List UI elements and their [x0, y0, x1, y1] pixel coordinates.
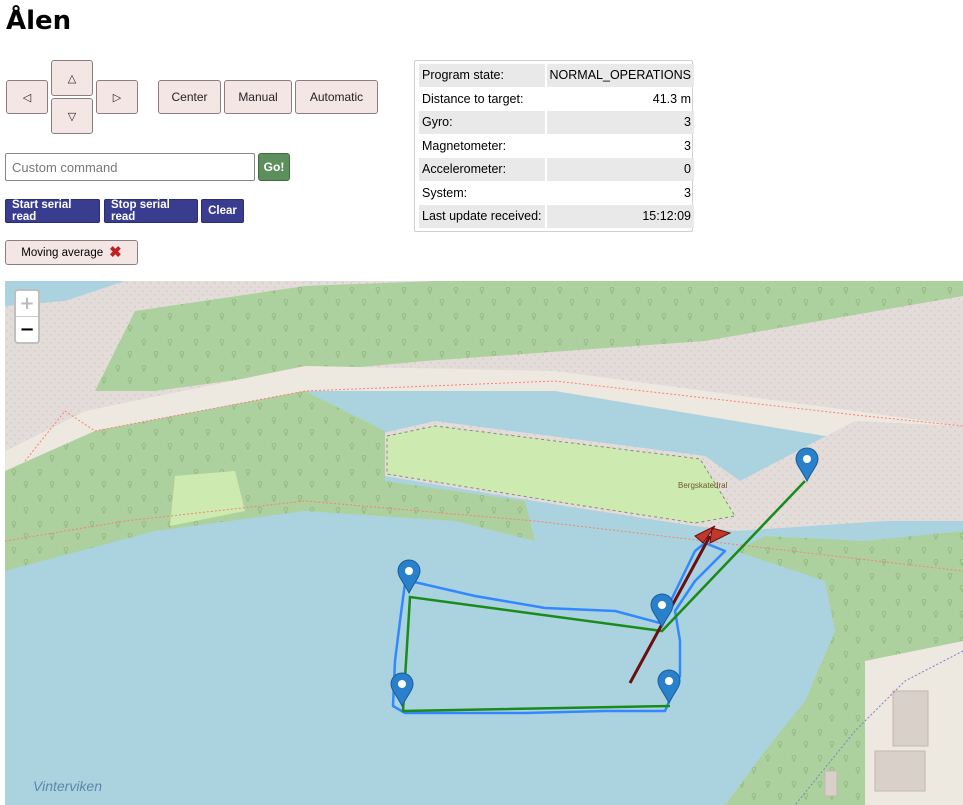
status-value: 3	[546, 111, 694, 134]
status-value: 0	[546, 158, 694, 181]
left-arrow-button[interactable]: ◁	[6, 80, 48, 114]
go-button[interactable]: Go!	[258, 153, 290, 181]
automatic-button[interactable]: Automatic	[295, 80, 378, 114]
map-view[interactable]: ♀ ♀	[5, 281, 963, 805]
status-label: Last update received:	[419, 205, 545, 228]
status-row: Magnetometer: 3	[419, 135, 694, 158]
status-label: Distance to target:	[422, 91, 524, 106]
zoom-out-button[interactable]: −	[16, 317, 38, 342]
status-label: Accelerometer:	[419, 158, 545, 181]
status-panel: Program state: NORMAL_OPERATIONS Distance…	[414, 60, 696, 232]
status-row: Program state: NORMAL_OPERATIONS	[419, 64, 694, 87]
clear-button[interactable]: Clear	[201, 199, 244, 223]
status-row: Distance to target: 41.3 m	[419, 88, 694, 111]
custom-command-input[interactable]	[5, 153, 255, 181]
start-serial-read-button[interactable]: Start serial read	[5, 199, 100, 223]
page-title: Ålen	[6, 6, 72, 36]
map-canvas[interactable]: ♀ ♀	[5, 281, 963, 805]
down-arrow-button[interactable]: ▽	[51, 98, 93, 134]
right-arrow-button[interactable]: ▷	[96, 80, 138, 114]
status-row: Last update received: 15:12:09	[419, 205, 694, 228]
zoom-in-button[interactable]: +	[16, 291, 38, 317]
stop-serial-read-button[interactable]: Stop serial read	[104, 199, 198, 223]
close-icon[interactable]: ✖	[109, 245, 122, 260]
status-value: NORMAL_OPERATIONS	[546, 64, 694, 87]
up-arrow-button[interactable]: △	[51, 60, 93, 96]
place-label: Vinterviken	[33, 778, 103, 794]
status-label: System:	[422, 185, 468, 200]
status-label: Magnetometer:	[422, 138, 507, 153]
status-value: 3	[684, 138, 691, 153]
poi-label: Bergskatedral	[678, 481, 728, 490]
moving-average-label: Moving average	[21, 246, 104, 259]
zoom-control: + −	[14, 289, 40, 344]
status-value: 41.3 m	[652, 91, 691, 106]
status-label: Gyro:	[419, 111, 545, 134]
manual-button[interactable]: Manual	[224, 80, 292, 114]
status-value: 3	[684, 185, 691, 200]
status-row: System: 3	[419, 182, 694, 205]
status-row: Accelerometer: 0	[419, 158, 694, 181]
center-button[interactable]: Center	[158, 80, 221, 114]
moving-average-toggle[interactable]: Moving average ✖	[5, 240, 138, 265]
status-label: Program state:	[419, 64, 545, 87]
status-value: 15:12:09	[546, 205, 694, 228]
status-table: Program state: NORMAL_OPERATIONS Distance…	[417, 63, 696, 229]
status-row: Gyro: 3	[419, 111, 694, 134]
